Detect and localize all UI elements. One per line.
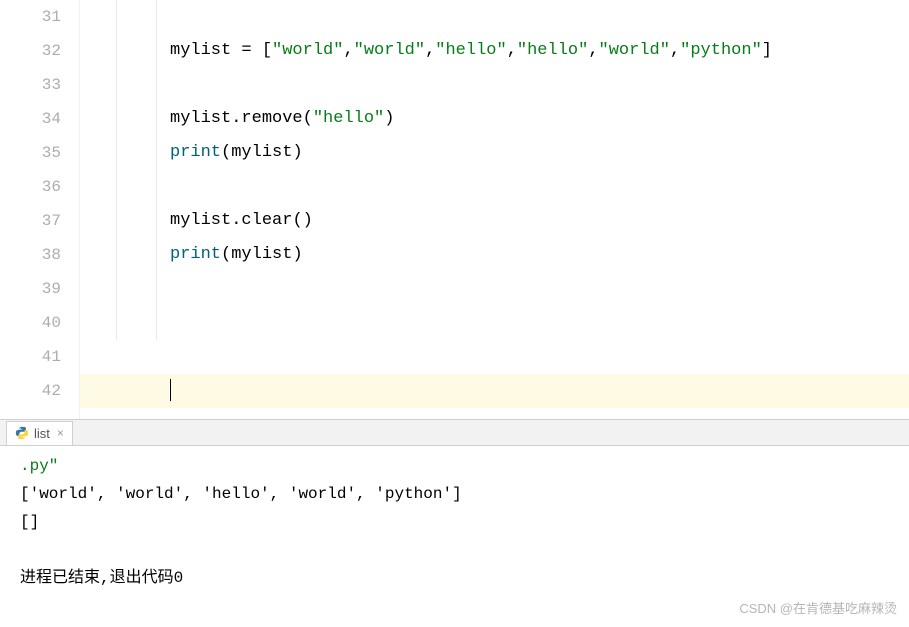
token-comma: , bbox=[343, 41, 353, 60]
tab-label: list bbox=[34, 426, 50, 441]
console-path: .py" bbox=[20, 452, 889, 480]
line-number: 37 bbox=[0, 204, 79, 238]
code-area[interactable]: mylist = ["world","world","hello","hello… bbox=[80, 0, 909, 419]
token-paren: ( bbox=[221, 245, 231, 264]
token-identifier: mylist bbox=[231, 245, 292, 264]
token-string: "python" bbox=[680, 41, 762, 60]
token-string: "world" bbox=[272, 41, 343, 60]
token-paren: ( bbox=[221, 143, 231, 162]
token-identifier: mylist bbox=[170, 211, 231, 230]
line-number: 33 bbox=[0, 68, 79, 102]
token-string: "world" bbox=[354, 41, 425, 60]
line-number: 38 bbox=[0, 238, 79, 272]
line-number: 35 bbox=[0, 136, 79, 170]
token-paren: ) bbox=[384, 109, 394, 128]
line-gutter: 31 32 33 34 35 36 37 38 39 40 41 42 bbox=[0, 0, 80, 419]
token-comma: , bbox=[425, 41, 435, 60]
line-number: 42 bbox=[0, 374, 79, 408]
line-number: 32 bbox=[0, 34, 79, 68]
code-line[interactable] bbox=[80, 170, 909, 204]
code-line[interactable] bbox=[80, 68, 909, 102]
token-string: "world" bbox=[599, 41, 670, 60]
code-line-current[interactable] bbox=[80, 374, 909, 408]
editor-pane: 31 32 33 34 35 36 37 38 39 40 41 42 myli… bbox=[0, 0, 909, 420]
token-identifier: mylist bbox=[231, 143, 292, 162]
line-number: 41 bbox=[0, 340, 79, 374]
token-method: remove bbox=[241, 109, 302, 128]
token-bracket: [ bbox=[262, 41, 272, 60]
token-comma: , bbox=[588, 41, 598, 60]
tab-list[interactable]: list × bbox=[6, 421, 73, 445]
close-icon[interactable]: × bbox=[57, 426, 64, 440]
token-dot: . bbox=[231, 109, 241, 128]
console-output-line: ['world', 'world', 'hello', 'world', 'py… bbox=[20, 480, 889, 508]
token-identifier: mylist bbox=[170, 109, 231, 128]
line-number: 40 bbox=[0, 306, 79, 340]
token-string: "hello" bbox=[517, 41, 588, 60]
line-number: 39 bbox=[0, 272, 79, 306]
line-number: 36 bbox=[0, 170, 79, 204]
token-paren: ) bbox=[292, 143, 302, 162]
text-cursor bbox=[170, 379, 171, 401]
code-line[interactable]: mylist.clear() bbox=[80, 204, 909, 238]
token-builtin: print bbox=[170, 245, 221, 264]
token-builtin: print bbox=[170, 143, 221, 162]
token-string: "hello" bbox=[435, 41, 506, 60]
token-string: "hello" bbox=[313, 109, 384, 128]
code-line[interactable]: print(mylist) bbox=[80, 238, 909, 272]
code-line[interactable] bbox=[80, 272, 909, 306]
line-number: 31 bbox=[0, 0, 79, 34]
code-line[interactable] bbox=[80, 306, 909, 340]
code-line[interactable] bbox=[80, 340, 909, 374]
token-comma: , bbox=[507, 41, 517, 60]
token-comma: , bbox=[670, 41, 680, 60]
line-number: 34 bbox=[0, 102, 79, 136]
console-tab-bar: list × bbox=[0, 420, 909, 446]
token-identifier: mylist bbox=[170, 41, 231, 60]
indent-guide bbox=[116, 0, 117, 340]
token-paren: ( bbox=[303, 109, 313, 128]
console-output[interactable]: .py" ['world', 'world', 'hello', 'world'… bbox=[0, 446, 909, 598]
token-operator: = bbox=[231, 41, 262, 60]
console-output-line: [] bbox=[20, 508, 889, 536]
code-line[interactable]: mylist.remove("hello") bbox=[80, 102, 909, 136]
token-bracket: ] bbox=[762, 41, 772, 60]
token-method: clear bbox=[241, 211, 292, 230]
token-dot: . bbox=[231, 211, 241, 230]
code-line[interactable] bbox=[80, 0, 909, 34]
token-paren: ) bbox=[292, 245, 302, 264]
indent-guide bbox=[156, 0, 157, 340]
console-exit-message: 进程已结束,退出代码0 bbox=[20, 564, 889, 592]
watermark: CSDN @在肯德基吃麻辣烫 bbox=[739, 598, 897, 617]
token-paren: ( bbox=[292, 211, 302, 230]
code-line[interactable]: print(mylist) bbox=[80, 136, 909, 170]
token-paren: ) bbox=[303, 211, 313, 230]
code-line[interactable]: mylist = ["world","world","hello","hello… bbox=[80, 34, 909, 68]
python-icon bbox=[15, 426, 29, 440]
